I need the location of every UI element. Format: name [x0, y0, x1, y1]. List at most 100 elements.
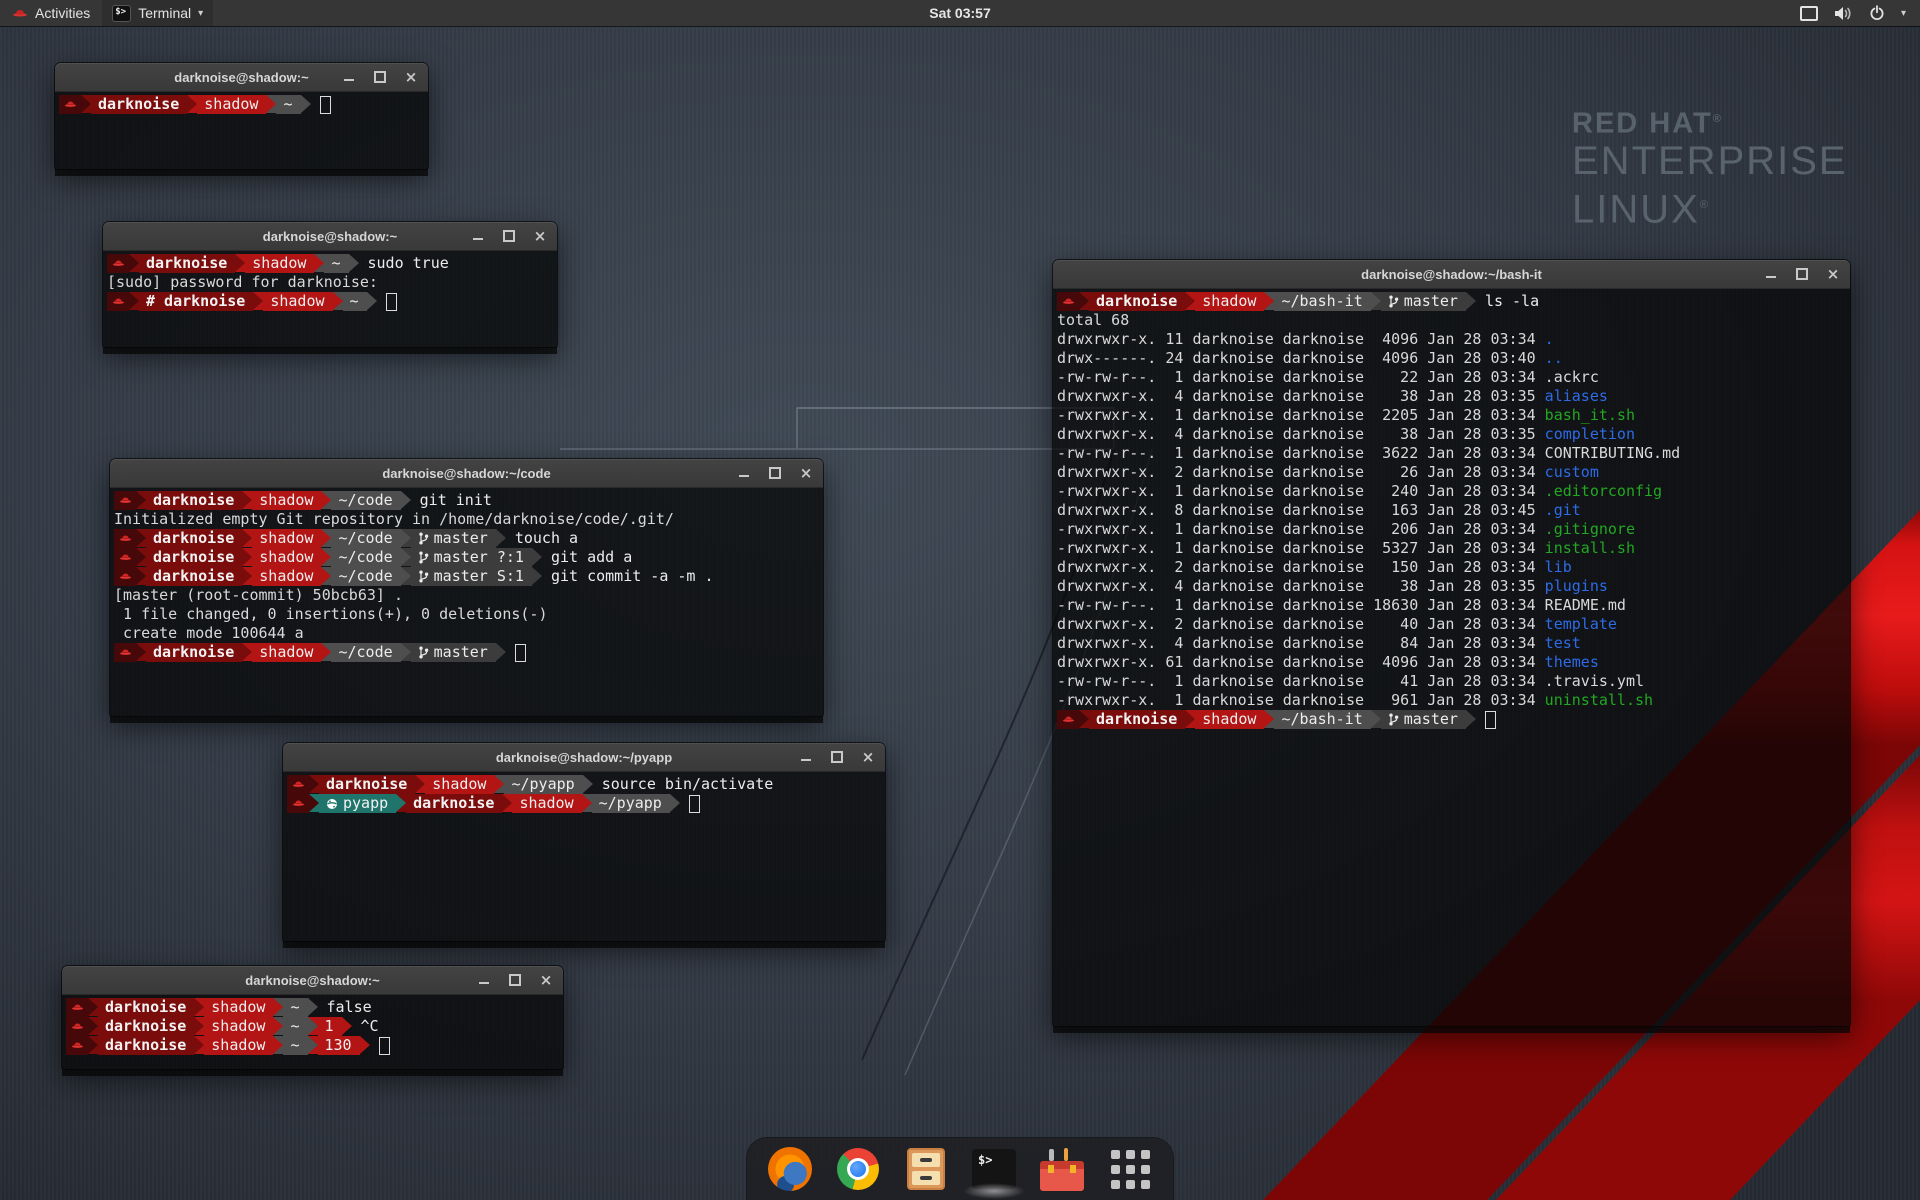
prompt-segment-hat — [114, 529, 136, 548]
terminal-content[interactable]: darknoiseshadow~/bash-itmasterls -latota… — [1053, 289, 1850, 1033]
window-titlebar[interactable]: darknoise@shadow:~× — [62, 966, 563, 995]
terminal-line: darknoiseshadow~sudo true — [107, 254, 553, 273]
powerline-arrow-icon — [242, 529, 252, 547]
terminal-cursor — [689, 795, 700, 813]
volume-icon[interactable] — [1834, 6, 1853, 21]
terminal-line: # darknoiseshadow~ — [107, 292, 553, 311]
power-icon[interactable] — [1869, 5, 1885, 21]
screen-icon[interactable] — [1800, 6, 1818, 21]
command-text: git add a — [542, 548, 632, 567]
terminal-content[interactable]: darknoiseshadow~/pyappsource bin/activat… — [283, 772, 885, 948]
powerline-arrow-icon — [242, 491, 252, 509]
powerline-arrow-icon — [401, 643, 411, 661]
output-text: drwxrwxr-x. 11 darknoise darknoise 4096 … — [1057, 330, 1545, 349]
close-button[interactable]: × — [799, 466, 813, 480]
activities-button[interactable]: Activities — [0, 0, 102, 26]
git-branch-icon — [418, 645, 429, 660]
powerline-arrow-icon — [308, 1036, 318, 1054]
clock[interactable]: Sat 03:57 — [0, 5, 1920, 21]
prompt-segment-host: shadow — [512, 794, 581, 813]
dock-firefox-icon[interactable] — [767, 1146, 813, 1192]
prompt-segment-user: darknoise — [146, 529, 242, 548]
prompt-segment-branch: master ?:1 — [411, 548, 532, 567]
powerline-arrow-icon — [333, 292, 343, 310]
prompt-segment-user: darknoise — [406, 794, 502, 813]
minimize-button[interactable] — [471, 229, 485, 243]
terminal-line: -rw-rw-r--. 1 darknoise darknoise 18630 … — [1057, 596, 1846, 615]
window-titlebar[interactable]: darknoise@shadow:~/pyapp× — [283, 743, 885, 772]
output-text: total 68 — [1057, 311, 1129, 330]
terminal-window: darknoise@shadow:~× darknoiseshadow~false… — [62, 966, 563, 1069]
prompt-segment-branch: master — [411, 529, 496, 548]
minimize-button[interactable] — [477, 973, 491, 987]
powerline-arrow-icon — [273, 998, 283, 1016]
maximize-button[interactable] — [373, 70, 387, 84]
output-text: Initialized empty Git repository in /hom… — [114, 510, 674, 529]
dock-app-grid-icon[interactable] — [1107, 1146, 1153, 1192]
prompt-segment-host: shadow — [204, 1036, 273, 1055]
close-button[interactable]: × — [404, 70, 418, 84]
window-buttons: × — [477, 966, 553, 994]
system-menu-caret-icon[interactable]: ▾ — [1901, 8, 1906, 19]
command-text: false — [318, 998, 372, 1017]
close-button[interactable]: × — [533, 229, 547, 243]
dock-toolbox-icon[interactable] — [1039, 1146, 1085, 1192]
window-titlebar[interactable]: darknoise@shadow:~/bash-it× — [1053, 260, 1850, 289]
powerline-arrow-icon — [194, 1036, 204, 1054]
file-name: .gitignore — [1545, 520, 1635, 539]
maximize-button[interactable] — [768, 466, 782, 480]
powerline-arrow-icon — [88, 998, 98, 1016]
terminal-content[interactable]: darknoiseshadow~falsedarknoiseshadow~1^C… — [62, 995, 563, 1076]
minimize-button[interactable] — [799, 750, 813, 764]
command-text: git init — [411, 491, 492, 510]
app-menu-terminal[interactable]: $> Terminal ▾ — [102, 0, 213, 26]
prompt-segment-branch: master — [1381, 292, 1466, 311]
close-button[interactable]: × — [861, 750, 875, 764]
maximize-button[interactable] — [1795, 267, 1809, 281]
maximize-button[interactable] — [508, 973, 522, 987]
powerline-arrow-icon — [1264, 292, 1274, 310]
maximize-button[interactable] — [830, 750, 844, 764]
dock-files-icon[interactable] — [903, 1146, 949, 1192]
powerline-arrow-icon — [242, 567, 252, 585]
powerline-arrow-icon — [242, 548, 252, 566]
command-text: ls -la — [1476, 292, 1539, 311]
powerline-arrow-icon — [321, 548, 331, 566]
powerline-arrow-icon — [1185, 292, 1195, 310]
app-menu-label: Terminal — [138, 5, 191, 21]
close-button[interactable]: × — [1826, 267, 1840, 281]
minimize-button[interactable] — [737, 466, 751, 480]
output-text: 1 file changed, 0 insertions(+), 0 delet… — [114, 605, 547, 624]
terminal-line: darknoiseshadow~false — [66, 998, 559, 1017]
output-text: drwxrwxr-x. 2 darknoise darknoise 40 Jan… — [1057, 615, 1545, 634]
command-text: git commit -a -m . — [542, 567, 714, 586]
powerline-arrow-icon — [314, 254, 324, 272]
terminal-line: drwxrwxr-x. 4 darknoise darknoise 84 Jan… — [1057, 634, 1846, 653]
close-button[interactable]: × — [539, 973, 553, 987]
window-titlebar[interactable]: darknoise@shadow:~× — [103, 222, 557, 251]
file-name: template — [1545, 615, 1617, 634]
powerline-arrow-icon — [321, 529, 331, 547]
prompt-segment-exit: 1 — [318, 1017, 342, 1036]
terminal-line: darknoiseshadow~/codemaster ?:1git add a — [114, 548, 819, 567]
minimize-button[interactable] — [342, 70, 356, 84]
minimize-button[interactable] — [1764, 267, 1778, 281]
prompt-segment-hat — [287, 794, 309, 813]
window-title: darknoise@shadow:~ — [174, 70, 308, 85]
terminal-content[interactable]: darknoiseshadow~ — [55, 92, 428, 176]
powerline-arrow-icon — [342, 1017, 352, 1035]
window-titlebar[interactable]: darknoise@shadow:~ × — [55, 63, 428, 92]
dock-chrome-icon[interactable] — [835, 1146, 881, 1192]
rhel-logo: RED HAT® ENTERPRISE LINUX® — [1572, 104, 1848, 231]
window-titlebar[interactable]: darknoise@shadow:~/code× — [110, 459, 823, 488]
terminal-content[interactable]: darknoiseshadow~sudo true[sudo] password… — [103, 251, 557, 354]
terminal-line: drwxrwxr-x. 4 darknoise darknoise 38 Jan… — [1057, 425, 1846, 444]
terminal-line: drwxrwxr-x. 2 darknoise darknoise 150 Ja… — [1057, 558, 1846, 577]
terminal-content[interactable]: darknoiseshadow~/codegit initInitialized… — [110, 488, 823, 723]
terminal-line: [sudo] password for darknoise: — [107, 273, 553, 292]
prompt-segment-user: darknoise — [146, 491, 242, 510]
prompt-segment-hat — [59, 95, 81, 114]
prompt-segment-host: shadow — [204, 1017, 273, 1036]
dock-terminal-icon[interactable]: $> — [971, 1146, 1017, 1192]
maximize-button[interactable] — [502, 229, 516, 243]
